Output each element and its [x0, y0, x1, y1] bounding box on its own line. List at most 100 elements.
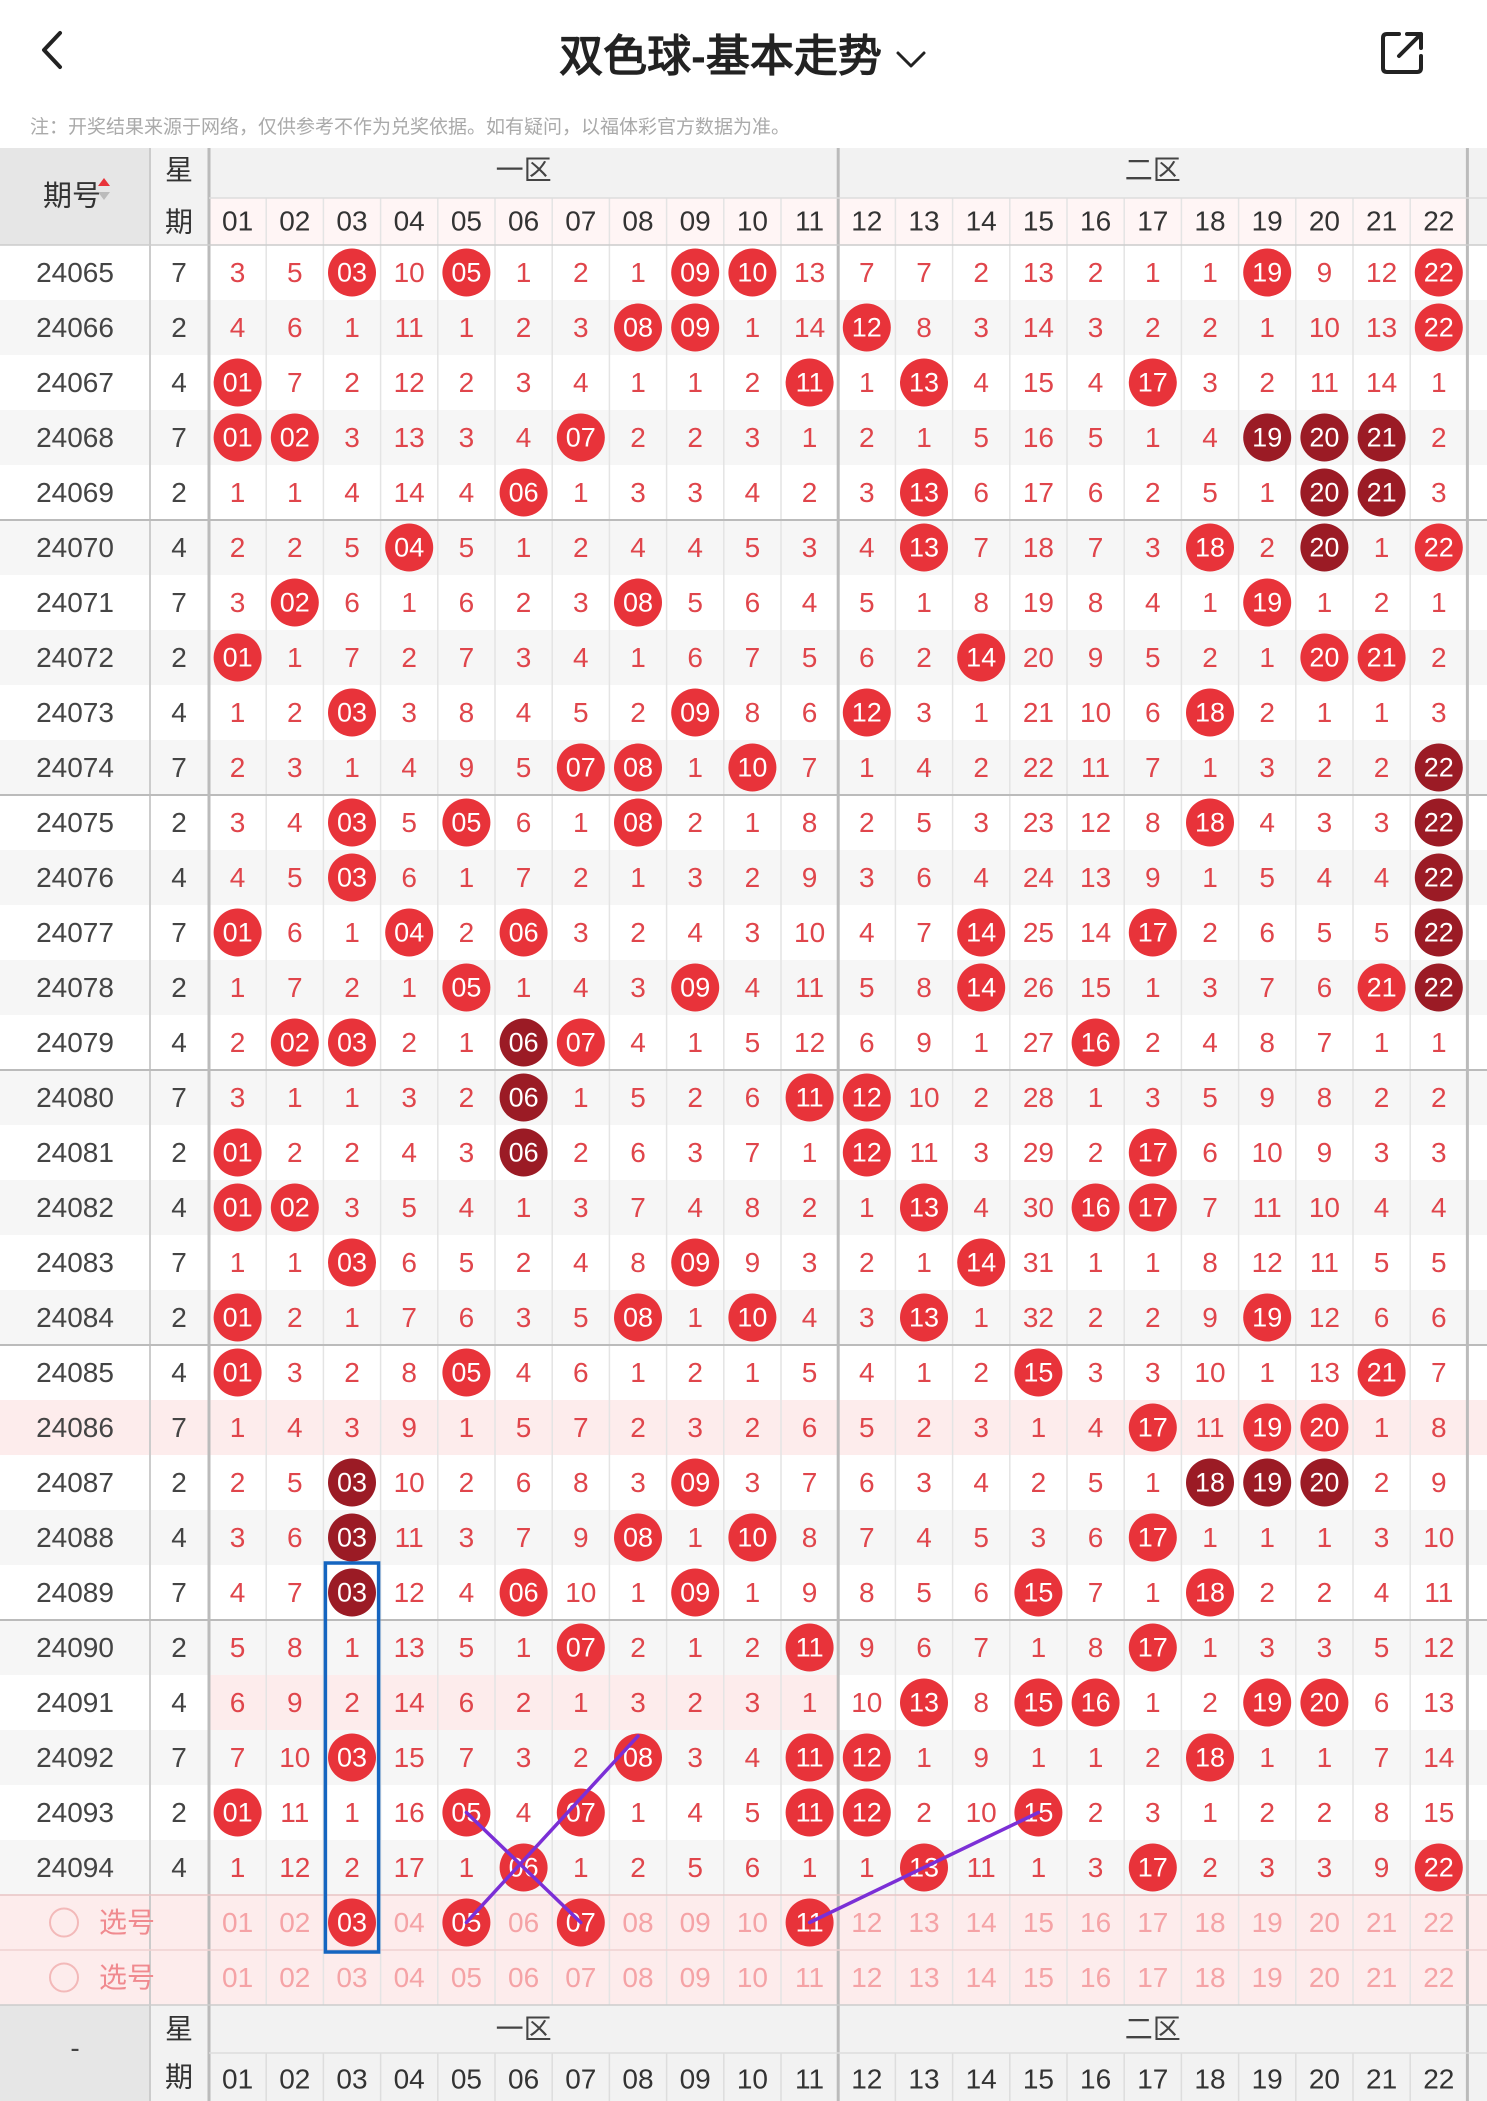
- miss-count: 5: [1202, 1082, 1218, 1113]
- pick-number[interactable]: 02: [279, 1962, 310, 1993]
- pick-number[interactable]: 13: [908, 1962, 939, 1993]
- miss-count: 1: [745, 1577, 761, 1608]
- pick-number[interactable]: 11: [795, 1962, 824, 1993]
- pick-number[interactable]: 18: [1194, 1907, 1225, 1938]
- pick-number[interactable]: 19: [1252, 1907, 1283, 1938]
- pick-number[interactable]: 08: [622, 1907, 653, 1938]
- miss-count: 4: [287, 807, 303, 838]
- weekday: 4: [171, 1522, 187, 1553]
- pick-number[interactable]: 22: [1423, 1907, 1454, 1938]
- drawn-ball-number: 18: [1195, 533, 1225, 563]
- drawn-ball-number: 22: [1424, 258, 1454, 288]
- miss-count: 6: [802, 1412, 818, 1443]
- miss-count: 5: [630, 1082, 646, 1113]
- miss-count: 9: [802, 862, 818, 893]
- pick-number[interactable]: 04: [394, 1962, 425, 1993]
- miss-count: 4: [573, 972, 589, 1003]
- miss-count: 1: [1202, 862, 1218, 893]
- pick-number[interactable]: 18: [1194, 1962, 1225, 1993]
- miss-count: 4: [630, 532, 646, 563]
- weekday: 2: [171, 1137, 187, 1168]
- pick-number[interactable]: 10: [737, 1962, 768, 1993]
- week-header-2: 期: [165, 207, 193, 238]
- miss-count: 4: [516, 1797, 532, 1828]
- pick-number[interactable]: 17: [1137, 1907, 1168, 1938]
- footer-number-16: 16: [1080, 2064, 1111, 2095]
- pick-number[interactable]: 13: [908, 1907, 939, 1938]
- miss-count: 3: [459, 1522, 475, 1553]
- pick-number[interactable]: 16: [1080, 1907, 1111, 1938]
- miss-count: 1: [1317, 697, 1333, 728]
- pick-number[interactable]: 02: [279, 1907, 310, 1938]
- pick-number[interactable]: 10: [737, 1907, 768, 1938]
- drawn-ball-number: 05: [451, 808, 481, 838]
- pick-number[interactable]: 15: [1023, 1962, 1054, 1993]
- miss-count: 1: [1202, 1797, 1218, 1828]
- drawn-ball-number: 18: [1195, 1578, 1225, 1608]
- pick-number[interactable]: 01: [222, 1962, 253, 1993]
- pick-number[interactable]: 09: [680, 1962, 711, 1993]
- page-title-dropdown[interactable]: 双色球-基本走势: [0, 20, 1487, 84]
- miss-count: 6: [287, 917, 303, 948]
- miss-count: 3: [401, 697, 417, 728]
- miss-count: 7: [916, 257, 932, 288]
- miss-count: 1: [1431, 367, 1447, 398]
- pick-number[interactable]: 03: [336, 1962, 367, 1993]
- miss-count: 1: [1431, 587, 1447, 618]
- pick-number[interactable]: 17: [1137, 1962, 1168, 1993]
- miss-count: 1: [344, 1632, 360, 1663]
- miss-count: 8: [745, 1192, 761, 1223]
- pick-number[interactable]: 06: [508, 1962, 539, 1993]
- issue-number: 24079: [36, 1027, 114, 1058]
- pick-number[interactable]: 21: [1366, 1962, 1397, 1993]
- drawn-ball-number: 18: [1195, 1468, 1225, 1498]
- pick-number[interactable]: 16: [1080, 1962, 1111, 1993]
- miss-count: 4: [802, 587, 818, 618]
- miss-count: 3: [916, 697, 932, 728]
- column-number-01: 01: [222, 206, 253, 237]
- pick-number[interactable]: 15: [1023, 1907, 1054, 1938]
- pick-number[interactable]: 20: [1309, 1907, 1340, 1938]
- drawn-ball-number: 22: [1424, 918, 1454, 948]
- pick-number[interactable]: 04: [394, 1907, 425, 1938]
- column-number-19: 19: [1252, 206, 1283, 237]
- miss-count: 11: [1424, 1577, 1453, 1608]
- pick-number[interactable]: 20: [1309, 1962, 1340, 1993]
- miss-count: 7: [573, 1412, 589, 1443]
- drawn-ball-number: 12: [852, 1798, 882, 1828]
- miss-count: 4: [516, 422, 532, 453]
- pick-number[interactable]: 08: [622, 1962, 653, 1993]
- drawn-ball-number: 18: [1195, 1743, 1225, 1773]
- pick-number[interactable]: 09: [680, 1907, 711, 1938]
- pick-number[interactable]: 14: [966, 1962, 997, 1993]
- pick-number[interactable]: 06: [508, 1907, 539, 1938]
- miss-count: 4: [916, 1522, 932, 1553]
- miss-count: 1: [1202, 1632, 1218, 1663]
- miss-count: 2: [1202, 917, 1218, 948]
- miss-count: 1: [687, 752, 703, 783]
- pick-number[interactable]: 12: [851, 1962, 882, 1993]
- pick-number[interactable]: 22: [1423, 1962, 1454, 1993]
- pick-number[interactable]: 07: [565, 1962, 596, 1993]
- pick-number[interactable]: 21: [1366, 1907, 1397, 1938]
- miss-count: 4: [973, 1192, 989, 1223]
- miss-count: 1: [1374, 697, 1390, 728]
- issue-number: 24071: [36, 587, 114, 618]
- footer-number-02: 02: [279, 2064, 310, 2095]
- footer-week-2: 期: [165, 2062, 193, 2093]
- pick-number[interactable]: 05: [451, 1962, 482, 1993]
- drawn-ball-number: 16: [1081, 1688, 1111, 1718]
- pick-number[interactable]: 19: [1252, 1962, 1283, 1993]
- pick-number[interactable]: 01: [222, 1907, 253, 1938]
- miss-count: 8: [916, 972, 932, 1003]
- miss-count: 5: [516, 752, 532, 783]
- share-icon[interactable]: [1377, 26, 1429, 78]
- miss-count: 3: [859, 862, 875, 893]
- miss-count: 4: [459, 477, 475, 508]
- miss-count: 2: [687, 422, 703, 453]
- miss-count: 3: [344, 1192, 360, 1223]
- pick-number[interactable]: 14: [966, 1907, 997, 1938]
- miss-count: 5: [287, 257, 303, 288]
- miss-count: 12: [1080, 807, 1111, 838]
- pick-number[interactable]: 12: [851, 1907, 882, 1938]
